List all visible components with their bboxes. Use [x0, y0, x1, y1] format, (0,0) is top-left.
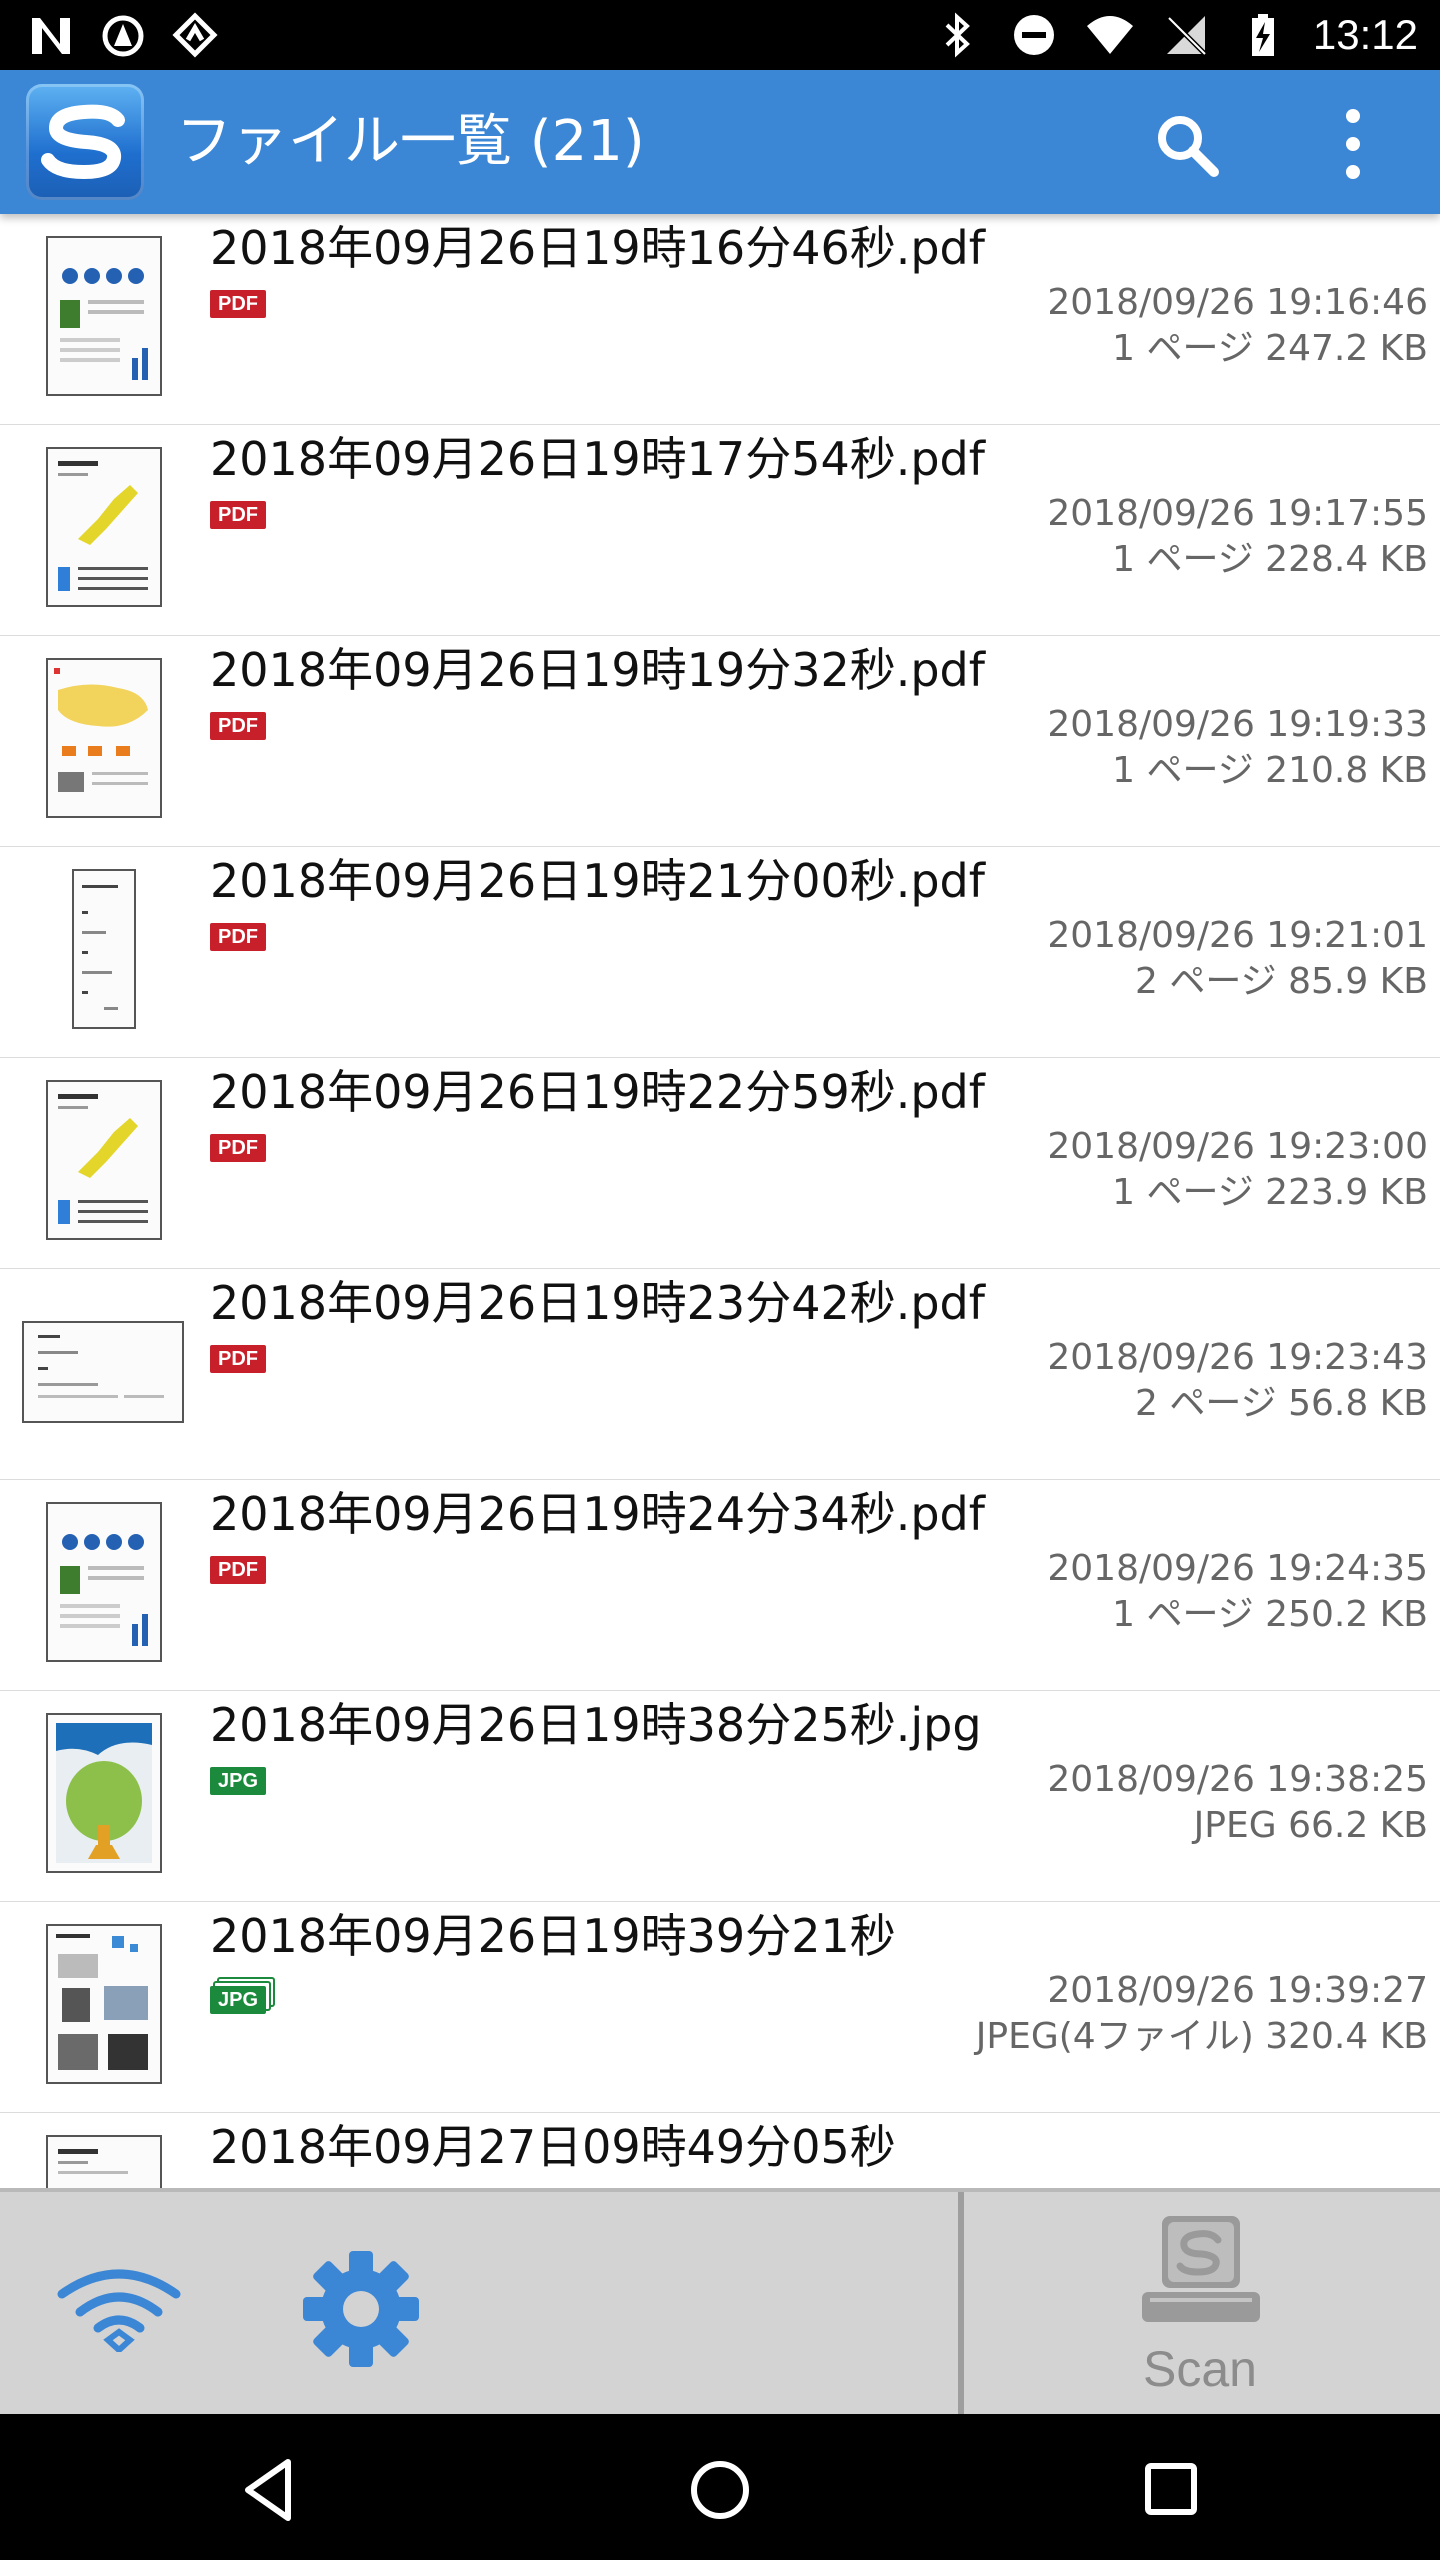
file-name: 2018年09月26日19時22分59秒.pdf: [210, 1065, 985, 1119]
file-info: 1 ページ 247.2 KB: [1112, 328, 1428, 369]
overflow-menu-icon[interactable]: [1328, 104, 1378, 184]
n-notification-icon: [32, 18, 70, 54]
toolbar-divider: [958, 2192, 964, 2414]
file-name: 2018年09月26日19時39分21秒: [210, 1909, 896, 1963]
file-thumbnail: [72, 869, 136, 1029]
file-row[interactable]: 2018年09月26日19時22分59秒.pdf PDF 2018/09/26 …: [0, 1058, 1440, 1270]
file-info: JPEG 66.2 KB: [1193, 1805, 1428, 1846]
file-row[interactable]: 2018年09月26日19時21分00秒.pdf PDF 2018/09/26 …: [0, 847, 1440, 1059]
file-date: 2018/09/26 19:23:00: [1047, 1126, 1428, 1167]
file-meta: 2018/09/26 19:39:27 JPEG(4ファイル) 320.4 KB: [976, 1968, 1428, 2060]
file-row[interactable]: 2018年09月26日19時39分21秒 JPG 2018/09/26 19:3…: [0, 1902, 1440, 2114]
system-nav-bar: [0, 2414, 1440, 2560]
file-thumbnail: [46, 236, 162, 396]
file-date: 2018/09/26 19:16:46: [1047, 282, 1428, 323]
file-list: 2018年09月26日19時16分46秒.pdf PDF 2018/09/26 …: [0, 214, 1440, 2188]
file-thumbnail: [46, 1502, 162, 1662]
file-row[interactable]: 2018年09月26日19時16分46秒.pdf PDF 2018/09/26 …: [0, 214, 1440, 426]
app-bar: ファイル一覧 (21): [0, 70, 1440, 214]
file-thumbnail: [22, 1321, 184, 1423]
pdf-badge: PDF: [210, 1556, 266, 1584]
file-date: 2018/09/26 19:19:33: [1047, 704, 1428, 745]
file-name: 2018年09月27日09時49分05秒: [210, 2120, 896, 2174]
signal-icon: [172, 12, 218, 58]
file-row[interactable]: 2018年09月27日09時49分05秒: [0, 2113, 1440, 2188]
file-date: 2018/09/26 19:23:43: [1047, 1337, 1428, 1378]
file-thumbnail: [46, 447, 162, 607]
file-info: 2 ページ 56.8 KB: [1135, 1383, 1428, 1424]
search-icon[interactable]: [1152, 110, 1222, 180]
signal-icon: [102, 15, 144, 57]
file-meta: 2018/09/26 19:17:55 1 ページ 228.4 KB: [1047, 491, 1428, 583]
file-info: 1 ページ 250.2 KB: [1112, 1594, 1428, 1635]
scan-label: Scan: [1143, 2341, 1257, 2397]
wifi-connection-icon[interactable]: [56, 2262, 182, 2352]
pdf-badge: PDF: [210, 1345, 266, 1373]
file-date: 2018/09/26 19:21:01: [1047, 915, 1428, 956]
pdf-badge: PDF: [210, 712, 266, 740]
pdf-badge: PDF: [210, 923, 266, 951]
bluetooth-icon: [945, 12, 970, 58]
file-row[interactable]: 2018年09月26日19時24分34秒.pdf PDF 2018/09/26 …: [0, 1480, 1440, 1692]
file-date: 2018/09/26 19:24:35: [1047, 1548, 1428, 1589]
file-row[interactable]: 2018年09月26日19時38分25秒.jpg JPG 2018/09/26 …: [0, 1691, 1440, 1903]
file-thumbnail: [46, 1924, 162, 2084]
file-name: 2018年09月26日19時17分54秒.pdf: [210, 432, 985, 486]
scansnap-logo-icon: [26, 84, 144, 200]
file-date: 2018/09/26 19:17:55: [1047, 493, 1428, 534]
bottom-toolbar: Scan: [0, 2188, 1440, 2414]
file-meta: 2018/09/26 19:38:25 JPEG 66.2 KB: [1047, 1757, 1428, 1849]
file-name: 2018年09月26日19時38分25秒.jpg: [210, 1698, 982, 1752]
pdf-badge: PDF: [210, 1134, 266, 1162]
file-thumbnail: [46, 658, 162, 818]
gear-icon[interactable]: [300, 2248, 422, 2370]
file-row[interactable]: 2018年09月26日19時17分54秒.pdf PDF 2018/09/26 …: [0, 425, 1440, 637]
status-bar: 13:12: [0, 0, 1440, 70]
file-name: 2018年09月26日19時19分32秒.pdf: [210, 643, 985, 697]
home-icon[interactable]: [680, 2450, 760, 2530]
file-thumbnail: [46, 2135, 162, 2188]
file-row[interactable]: 2018年09月26日19時19分32秒.pdf PDF 2018/09/26 …: [0, 636, 1440, 848]
file-meta: 2018/09/26 19:19:33 1 ページ 210.8 KB: [1047, 702, 1428, 794]
file-name: 2018年09月26日19時23分42秒.pdf: [210, 1276, 985, 1330]
file-info: 2 ページ 85.9 KB: [1135, 961, 1428, 1002]
file-row[interactable]: 2018年09月26日19時23分42秒.pdf PDF 2018/09/26 …: [0, 1269, 1440, 1481]
file-thumbnail: [46, 1713, 162, 1873]
file-date: 2018/09/26 19:39:27: [1047, 1970, 1428, 2011]
file-info: 1 ページ 223.9 KB: [1112, 1172, 1428, 1213]
file-thumbnail: [46, 1080, 162, 1240]
do-not-disturb-icon: [1013, 15, 1054, 55]
scanner-icon: [1142, 2216, 1260, 2322]
recents-icon[interactable]: [1132, 2450, 1212, 2530]
pdf-badge: PDF: [210, 290, 266, 318]
file-name: 2018年09月26日19時21分00秒.pdf: [210, 854, 985, 908]
file-meta: 2018/09/26 19:16:46 1 ページ 247.2 KB: [1047, 280, 1428, 372]
file-name: 2018年09月26日19時24分34秒.pdf: [210, 1487, 985, 1541]
file-info: JPEG(4ファイル) 320.4 KB: [975, 2016, 1428, 2057]
file-meta: 2018/09/26 19:21:01 2 ページ 85.9 KB: [1047, 913, 1428, 1005]
file-meta: 2018/09/26 19:24:35 1 ページ 250.2 KB: [1047, 1546, 1428, 1638]
battery-charging-icon: [1251, 14, 1274, 56]
file-info: 1 ページ 210.8 KB: [1112, 750, 1428, 791]
file-meta: 2018/09/26 19:23:00 1 ページ 223.9 KB: [1047, 1124, 1428, 1216]
page-title: ファイル一覧 (21): [176, 109, 645, 174]
no-sim-icon: [1166, 16, 1207, 56]
pdf-badge: PDF: [210, 501, 266, 529]
jpg-multi-badge: JPG: [210, 1986, 267, 2014]
jpg-badge: JPG: [210, 1767, 267, 1795]
back-icon[interactable]: [230, 2450, 310, 2530]
clock: 13:12: [1312, 11, 1418, 58]
wifi-icon: [1086, 16, 1133, 54]
file-meta: 2018/09/26 19:23:43 2 ページ 56.8 KB: [1047, 1335, 1428, 1427]
file-date: 2018/09/26 19:38:25: [1047, 1759, 1428, 1800]
file-info: 1 ページ 228.4 KB: [1112, 539, 1428, 580]
file-name: 2018年09月26日19時16分46秒.pdf: [210, 221, 985, 275]
